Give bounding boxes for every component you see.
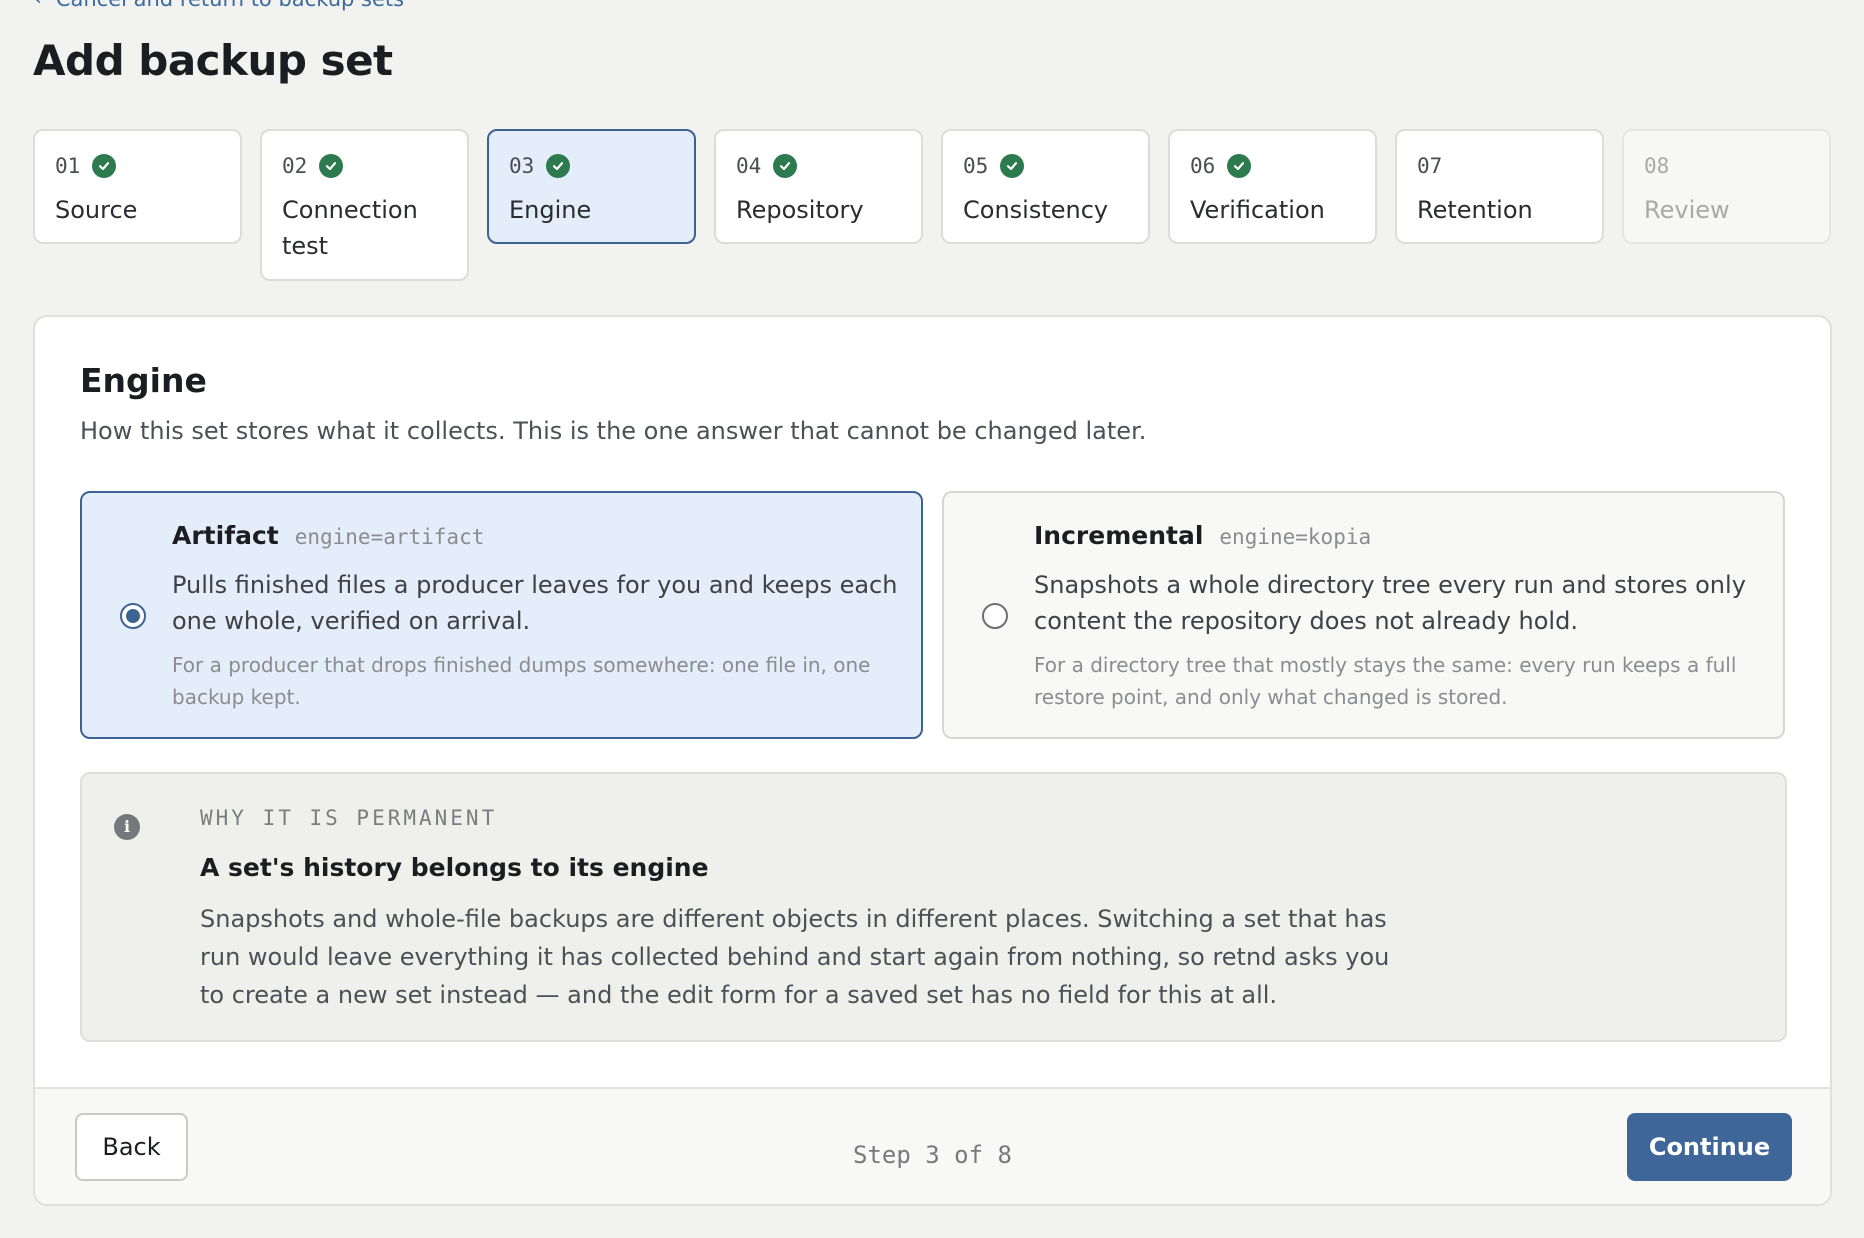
option-note: For a directory tree that mostly stays t… xyxy=(1034,653,1737,709)
radio-selected-dot xyxy=(126,609,140,623)
check-circle-icon xyxy=(1227,154,1252,178)
step-label: Repository xyxy=(736,196,864,224)
step-label: Consistency xyxy=(963,196,1109,224)
back-link-label: Cancel and return to backup sets xyxy=(56,0,404,11)
option-description: Snapshots a whole directory tree every r… xyxy=(1034,571,1746,635)
chevron-left-icon: ‹ xyxy=(33,0,42,11)
info-icon: i xyxy=(114,814,140,840)
step-number: 02 xyxy=(282,154,308,178)
info-body: Snapshots and whole-file backups are dif… xyxy=(200,905,1390,1009)
step-repository[interactable]: 04 Repository xyxy=(714,129,923,244)
step-number: 01 xyxy=(55,154,81,178)
section-title: Engine xyxy=(80,361,207,400)
check-circle-icon xyxy=(773,154,798,178)
step-number: 05 xyxy=(963,154,989,178)
option-description: Pulls finished files a producer leaves f… xyxy=(172,571,898,635)
step-number: 07 xyxy=(1417,154,1443,178)
engine-option-artifact[interactable]: Artifact engine=artifact Pulls finished … xyxy=(80,491,923,739)
step-counter: Step 3 of 8 xyxy=(853,1141,1012,1169)
step-engine[interactable]: 03 Engine xyxy=(487,129,696,244)
step-number: 08 xyxy=(1644,154,1670,178)
engine-card: Engine How this set stores what it colle… xyxy=(33,315,1832,1206)
step-verification[interactable]: 06 Verification xyxy=(1168,129,1377,244)
step-retention[interactable]: 07 Retention xyxy=(1395,129,1604,244)
option-name: Incremental xyxy=(1034,521,1204,550)
step-connection-test[interactable]: 02 Connection test xyxy=(260,129,469,281)
radio-artifact[interactable] xyxy=(120,603,146,629)
check-circle-icon xyxy=(1000,154,1025,178)
permanence-info-box: i WHY IT IS PERMANENT A set's history be… xyxy=(80,772,1787,1042)
wizard-footer: Back Step 3 of 8 Continue xyxy=(35,1087,1830,1204)
check-circle-icon xyxy=(92,154,117,178)
continue-button[interactable]: Continue xyxy=(1627,1113,1792,1181)
step-label: Review xyxy=(1644,196,1730,224)
option-name: Artifact xyxy=(172,521,279,550)
section-description: How this set stores what it collects. Th… xyxy=(80,417,1147,445)
step-number: 06 xyxy=(1190,154,1216,178)
option-code: engine=artifact xyxy=(294,525,485,549)
engine-option-incremental[interactable]: Incremental engine=kopia Snapshots a who… xyxy=(942,491,1785,739)
info-title: A set's history belongs to its engine xyxy=(200,853,709,882)
radio-incremental[interactable] xyxy=(982,603,1008,629)
step-source[interactable]: 01 Source xyxy=(33,129,242,244)
step-number: 04 xyxy=(736,154,762,178)
page-title: Add backup set xyxy=(33,36,393,85)
check-circle-icon xyxy=(546,154,571,178)
step-review: 08 Review xyxy=(1622,129,1831,244)
step-label: Source xyxy=(55,196,138,224)
wizard-stepper: 01 Source 02 Connection test 03 Engine 0… xyxy=(33,129,1832,281)
step-number: 03 xyxy=(509,154,535,178)
back-to-backup-sets-link[interactable]: ‹ Cancel and return to backup sets xyxy=(33,0,404,11)
step-consistency[interactable]: 05 Consistency xyxy=(941,129,1150,244)
step-label: Retention xyxy=(1417,196,1533,224)
info-eyebrow: WHY IT IS PERMANENT xyxy=(200,806,498,830)
option-code: engine=kopia xyxy=(1219,525,1372,549)
step-label: Connection test xyxy=(282,196,418,260)
step-label: Verification xyxy=(1190,196,1325,224)
step-label: Engine xyxy=(509,196,592,224)
check-circle-icon xyxy=(319,154,344,178)
option-note: For a producer that drops finished dumps… xyxy=(172,653,871,709)
